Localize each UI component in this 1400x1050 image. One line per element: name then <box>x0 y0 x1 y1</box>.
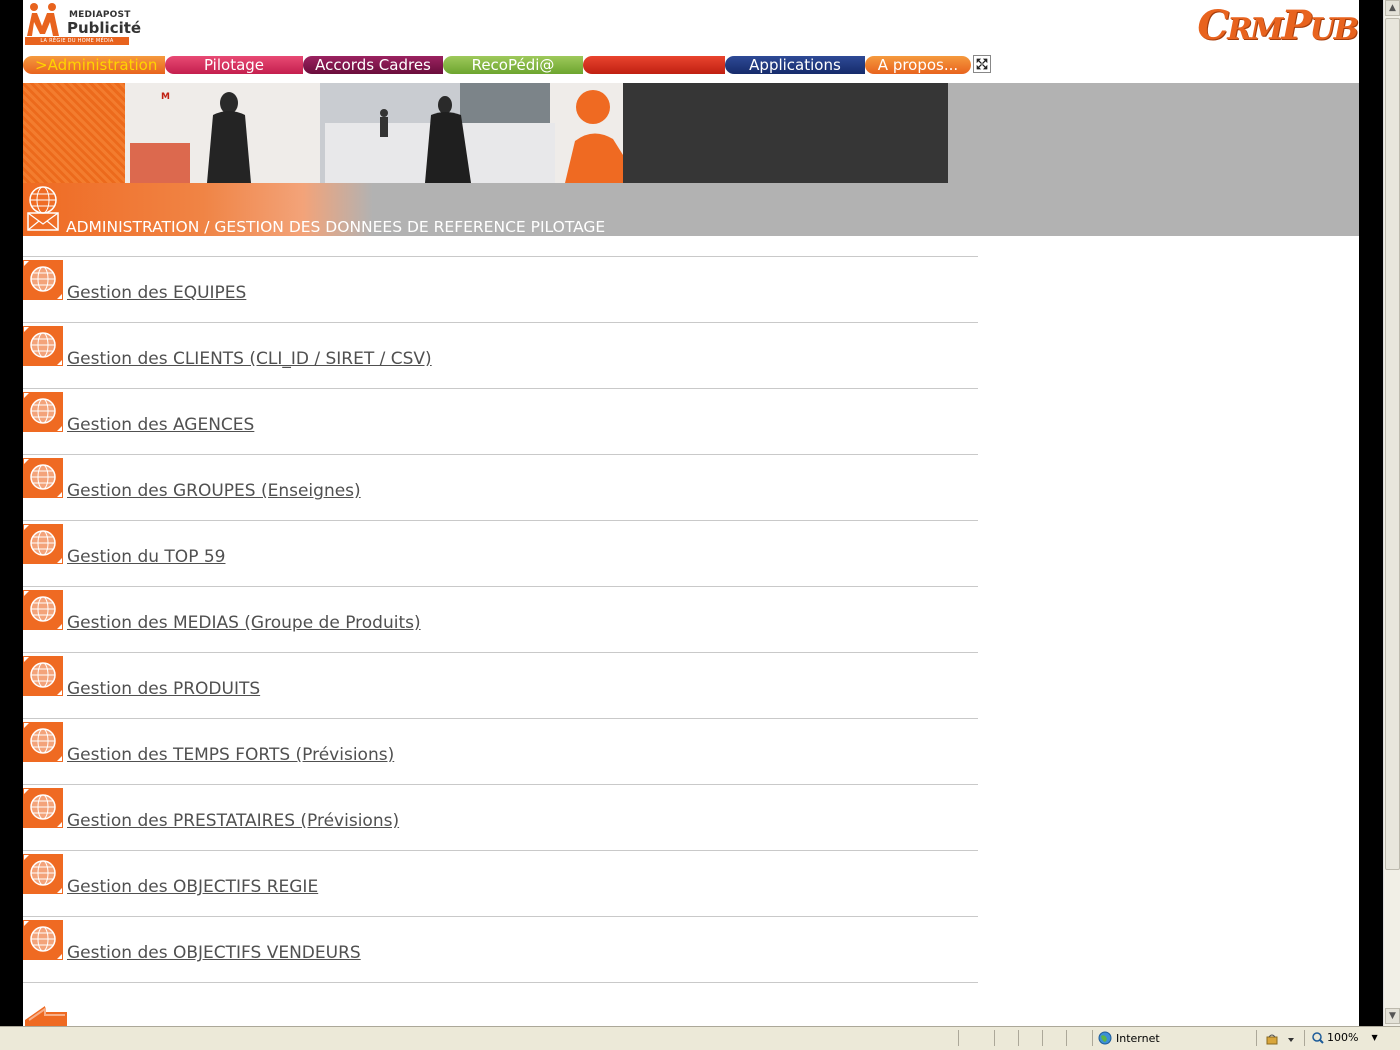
link-gestion-equipes[interactable]: Gestion des EQUIPES <box>67 283 246 303</box>
list-item: Gestion des OBJECTIFS VENDEURS <box>23 916 978 982</box>
banner-photo: M <box>125 83 623 183</box>
link-gestion-produits[interactable]: Gestion des PRODUITS <box>67 679 260 699</box>
crmpub-logo: CRMPUB <box>1197 2 1359 49</box>
orange-globe-icon <box>23 326 63 366</box>
page: MEDIAPOST Publicité LA RÉGIE DU HOME MÉD… <box>23 0 1359 1026</box>
orange-globe-icon <box>23 260 63 300</box>
orange-globe-icon <box>23 920 63 960</box>
list-item: Gestion des TEMPS FORTS (Prévisions) <box>23 718 978 784</box>
zoom-control[interactable]: 100% ▼ <box>1312 1031 1378 1044</box>
list-item: Gestion des CLIENTS (CLI_ID / SIRET / CS… <box>23 322 978 388</box>
scrollbar-thumb[interactable] <box>1385 18 1400 870</box>
orange-globe-icon <box>23 722 63 762</box>
reference-data-list: Gestion des EQUIPES Gestion des CLIENTS … <box>23 256 978 983</box>
tab-a-propos[interactable]: A propos... <box>865 56 971 74</box>
list-item: Gestion des PRESTATAIRES (Prévisions) <box>23 784 978 850</box>
list-item: Gestion des GROUPES (Enseignes) <box>23 454 978 520</box>
orange-globe-icon <box>23 392 63 432</box>
link-gestion-objectifs-vendeurs[interactable]: Gestion des OBJECTIFS VENDEURS <box>67 943 361 963</box>
list-item: Gestion des EQUIPES <box>23 256 978 322</box>
link-gestion-prestataires[interactable]: Gestion des PRESTATAIRES (Prévisions) <box>67 811 399 831</box>
globe-envelope-icon <box>27 186 59 231</box>
mediapost-logo[interactable]: MEDIAPOST Publicité LA RÉGIE DU HOME MÉD… <box>25 2 141 45</box>
mediapost-people-icon <box>27 3 59 36</box>
tab-accords-cadres[interactable]: Accords Cadres <box>303 56 443 74</box>
banner-dark-panel <box>623 83 948 183</box>
tab-recopedia[interactable]: RecoPédi@ <box>443 56 583 74</box>
link-gestion-groupes[interactable]: Gestion des GROUPES (Enseignes) <box>67 481 361 501</box>
link-gestion-temps-forts[interactable]: Gestion des TEMPS FORTS (Prévisions) <box>67 745 394 765</box>
fullscreen-icon[interactable] <box>973 55 991 73</box>
orange-globe-icon <box>23 854 63 894</box>
zoom-level: 100% <box>1327 1031 1359 1044</box>
section-title: ADMINISTRATION / GESTION DES DONNEES DE … <box>66 218 606 236</box>
link-gestion-agences[interactable]: Gestion des AGENCES <box>67 415 254 435</box>
list-item: Gestion des PRODUITS <box>23 652 978 718</box>
list-item: Gestion des AGENCES <box>23 388 978 454</box>
banner-illustration: M <box>125 83 623 183</box>
zoom-magnifier-icon <box>1312 1031 1324 1044</box>
list-divider <box>23 982 978 983</box>
list-item: Gestion des MEDIAS (Groupe de Produits) <box>23 586 978 652</box>
scroll-down-icon[interactable]: ▼ <box>1385 1008 1400 1024</box>
orange-globe-icon <box>23 590 63 630</box>
logo-line2: Publicité <box>67 19 142 37</box>
link-gestion-clients[interactable]: Gestion des CLIENTS (CLI_ID / SIRET / CS… <box>67 349 432 369</box>
svg-text:M: M <box>161 92 170 102</box>
link-gestion-objectifs-regie[interactable]: Gestion des OBJECTIFS REGIE <box>67 877 318 897</box>
back-arrow-icon[interactable] <box>25 1006 67 1026</box>
banner: M ADMINISTRATION / GESTION DES DONNEES D… <box>23 83 1359 236</box>
tab-empty[interactable] <box>583 56 725 74</box>
internet-globe-icon <box>1098 1031 1112 1045</box>
vertical-scrollbar[interactable]: ▲ ▼ <box>1383 0 1400 1026</box>
logo-tagline: LA RÉGIE DU HOME MÉDIA <box>25 37 129 45</box>
security-zone[interactable]: Internet <box>1098 1031 1160 1045</box>
protected-mode-icon[interactable] <box>1266 1033 1296 1045</box>
link-gestion-medias[interactable]: Gestion des MEDIAS (Groupe de Produits) <box>67 613 421 633</box>
orange-globe-icon <box>23 788 63 828</box>
zone-label: Internet <box>1116 1031 1160 1045</box>
banner-stripe <box>23 83 125 183</box>
scroll-up-icon[interactable]: ▲ <box>1385 0 1400 16</box>
tab-administration[interactable]: >Administration <box>23 56 165 74</box>
link-gestion-top59[interactable]: Gestion du TOP 59 <box>67 547 225 567</box>
tab-applications[interactable]: Applications <box>725 56 865 74</box>
orange-globe-icon <box>23 524 63 564</box>
list-item: Gestion du TOP 59 <box>23 520 978 586</box>
tab-pilotage[interactable]: Pilotage <box>165 56 303 74</box>
zoom-dropdown-icon[interactable]: ▼ <box>1371 1033 1377 1042</box>
orange-globe-icon <box>23 656 63 696</box>
orange-globe-icon <box>23 458 63 498</box>
list-item: Gestion des OBJECTIFS REGIE <box>23 850 978 916</box>
browser-statusbar: Internet 100% ▼ <box>0 1026 1400 1050</box>
main-nav: >Administration Pilotage Accords Cadres … <box>23 56 993 74</box>
